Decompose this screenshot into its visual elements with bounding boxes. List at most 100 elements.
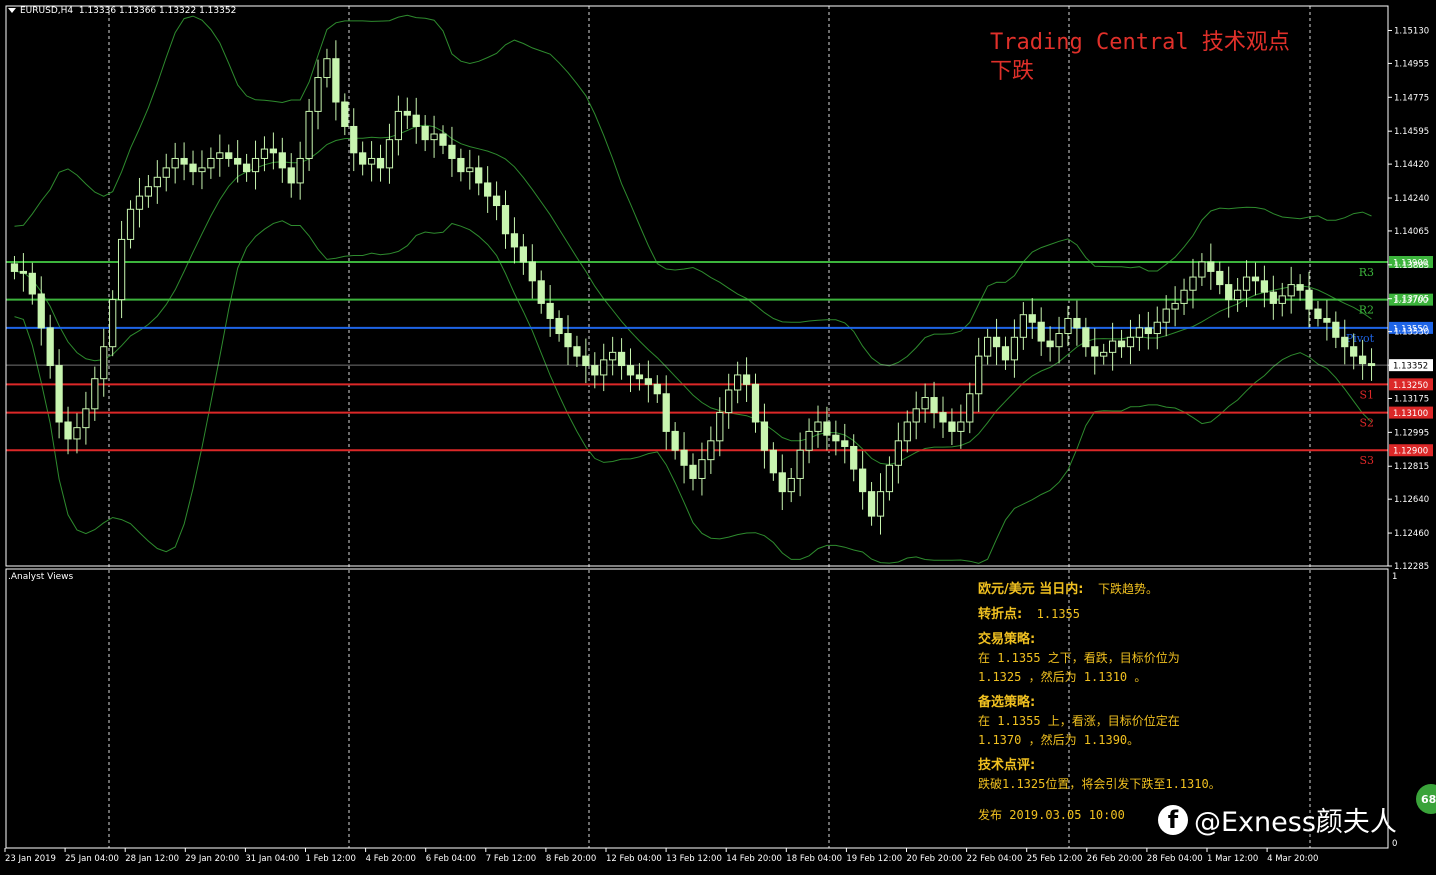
candle-body-47: [430, 133, 438, 141]
symbol-label: EURUSD,H4: [20, 6, 74, 16]
candle-body-51: [466, 167, 474, 173]
candle-body-105: [948, 421, 956, 432]
overlay-direction: 下跌: [990, 59, 1035, 84]
panel-strategy-line2: 1.1325 ，然后为 1.1310 。: [978, 670, 1147, 684]
x-tick-label-12: 14 Feb 20:00: [726, 854, 782, 864]
candle-body-29: [269, 148, 278, 154]
candle-body-88: [796, 449, 804, 479]
candle-body-114: [1028, 314, 1036, 323]
candle-body-85: [769, 449, 777, 474]
candle-body-14: [135, 195, 144, 210]
candle-body-13: [126, 208, 135, 240]
y-tick-label-14: 1.12640: [1394, 495, 1429, 505]
x-tick-label-5: 1 Feb 12:00: [306, 854, 356, 864]
y-tick-label-0: 1.15130: [1394, 26, 1429, 36]
candle-body-33: [305, 110, 313, 159]
candle-body-84: [760, 421, 769, 451]
level-label-s2: S2: [1359, 417, 1374, 430]
candle-body-120: [1082, 327, 1090, 348]
x-tick-label-15: 20 Feb 20:00: [907, 854, 963, 864]
candle-body-87: [787, 477, 795, 493]
candle-body-139: [1251, 276, 1260, 282]
facebook-icon: f: [1158, 804, 1188, 835]
x-tick-label-2: 28 Jan 12:00: [125, 854, 179, 864]
candle-body-111: [1001, 346, 1010, 361]
candle-body-64: [582, 355, 590, 367]
candle-body-27: [251, 157, 260, 173]
y-tick-label-3: 1.14595: [1394, 127, 1429, 137]
candle-body-123: [1108, 340, 1117, 353]
candle-body-122: [1100, 351, 1108, 357]
x-tick-label-14: 19 Feb 12:00: [846, 854, 902, 864]
watermark-handle: @Exness颜夫人: [1194, 807, 1397, 838]
candle-body-143: [1287, 284, 1295, 297]
candle-body-42: [385, 139, 394, 169]
level-tag-s3: 1.12900: [1393, 447, 1428, 457]
candle-body-121: [1091, 346, 1099, 357]
y-tick-label-16: 1.12285: [1394, 562, 1429, 572]
panel-strategy-line1: 在 1.1355 之下，看跌，目标价位为: [978, 651, 1180, 665]
candle-body-62: [564, 333, 572, 348]
candle-body-141: [1269, 291, 1277, 304]
candle-body-91: [823, 421, 831, 436]
candle-body-18: [171, 157, 179, 169]
candle-body-112: [1010, 336, 1019, 361]
candle-body-96: [867, 491, 876, 517]
candle-body-104: [939, 412, 947, 423]
candle-body-150: [1350, 346, 1358, 357]
candle-body-144: [1296, 284, 1304, 291]
x-tick-label-8: 7 Feb 12:00: [486, 854, 536, 864]
candle-body-7: [73, 427, 81, 440]
level-label-r3: R3: [1359, 266, 1374, 279]
level-label-s1: S1: [1359, 388, 1374, 401]
sub-axis-top: 1: [1392, 572, 1397, 582]
candle-body-115: [1037, 321, 1045, 342]
panel-comment-text: 跌破1.1325位置，将会引发下跌至1.1310。: [978, 777, 1221, 791]
candle-body-63: [573, 346, 581, 357]
overlay-title: Trading Central 技术观点: [990, 30, 1290, 55]
candle-body-50: [457, 157, 465, 173]
candle-body-60: [546, 302, 554, 319]
panel-alt-title: 备选策略:: [978, 695, 1036, 710]
y-tick-label-4: 1.14420: [1394, 160, 1429, 170]
candle-body-31: [287, 167, 295, 184]
candle-body-43: [394, 110, 402, 141]
analyst-views-panel: 欧元/美元 当日内: 下跌趋势。 转折点: 1.1355 交易策略: 在 1.1…: [978, 580, 1221, 825]
candle-body-149: [1341, 336, 1349, 348]
x-tick-label-21: 4 Mar 20:00: [1267, 854, 1318, 864]
candle-body-6: [64, 421, 72, 440]
candle-body-147: [1323, 317, 1331, 323]
candle-body-78: [707, 440, 715, 461]
candle-body-151: [1358, 355, 1367, 365]
dropdown-triangle-icon[interactable]: [8, 8, 16, 13]
candle-body-93: [841, 440, 849, 447]
candle-body-116: [1046, 340, 1054, 348]
candle-body-21: [198, 167, 206, 173]
candle-body-92: [832, 434, 840, 442]
panel-strategy-title: 交易策略:: [978, 632, 1036, 647]
candle-body-95: [859, 468, 867, 493]
candle-body-107: [966, 393, 974, 423]
candle-body-100: [903, 421, 911, 442]
candle-body-19: [180, 157, 188, 165]
candle-body-16: [153, 176, 161, 188]
candle-body-72: [653, 383, 661, 395]
candle-body-103: [930, 397, 938, 414]
candle-body-79: [716, 412, 724, 442]
x-tick-label-1: 25 Jan 04:00: [65, 854, 119, 864]
candle-body-61: [555, 317, 563, 335]
x-tick-label-3: 29 Jan 20:00: [185, 854, 239, 864]
candle-body-24: [225, 152, 233, 159]
candle-body-37: [341, 101, 349, 127]
candle-body-94: [850, 445, 858, 470]
y-tick-label-15: 1.12460: [1394, 529, 1429, 539]
candle-body-98: [885, 464, 894, 493]
candle-body-113: [1019, 314, 1027, 338]
candle-body-40: [367, 157, 376, 165]
y-tick-label-6: 1.14065: [1394, 227, 1429, 237]
panel-pivot-value: 1.1355: [1036, 607, 1081, 621]
candle-body-73: [662, 393, 670, 432]
candle-body-49: [448, 144, 456, 159]
candle-body-97: [876, 491, 885, 517]
candle-body-46: [421, 125, 429, 141]
